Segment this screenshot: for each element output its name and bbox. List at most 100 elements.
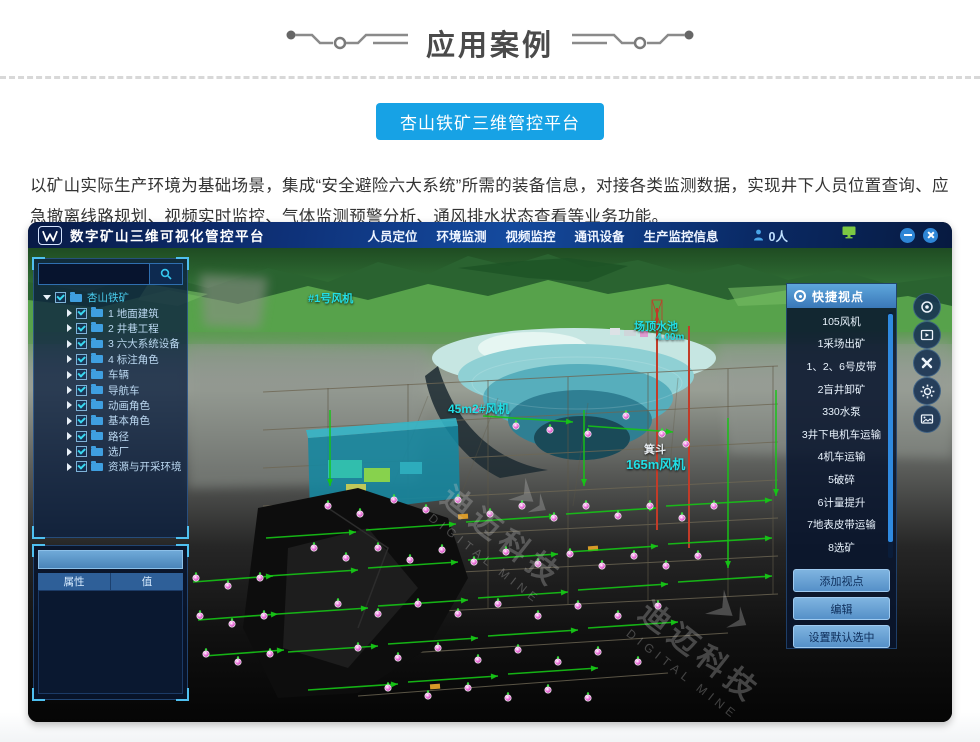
caret-right-icon[interactable] — [67, 417, 72, 425]
scrollbar-thumb[interactable] — [888, 314, 893, 542]
tree-item[interactable]: 2 井巷工程 — [36, 321, 185, 336]
scene-viewport[interactable]: 迪迈科技 DIGITAL MINE 迪迈科技 DIGITAL MINE #1号风… — [28, 248, 952, 722]
tools-button[interactable] — [913, 349, 941, 377]
tree-item[interactable]: 资源与开采环境 — [36, 459, 185, 474]
edit-viewpoint-button[interactable]: 编辑 — [793, 597, 890, 620]
caret-right-icon[interactable] — [67, 432, 72, 440]
viewpoint-item[interactable]: 8选矿 — [787, 536, 896, 559]
scene-label-fan45m: 45m2#风机 — [448, 400, 509, 417]
tree-item-label: 动画角色 — [108, 398, 150, 413]
folder-icon — [91, 448, 103, 456]
viewpoint-item[interactable]: 330水泵 — [787, 400, 896, 423]
menu-person-location[interactable]: 人员定位 — [367, 226, 417, 245]
minimize-button[interactable] — [900, 228, 915, 243]
settings-button[interactable] — [913, 377, 941, 405]
tree-item[interactable]: 选厂 — [36, 444, 185, 459]
viewpoint-item[interactable]: 105风机 — [787, 310, 896, 333]
caret-right-icon[interactable] — [67, 371, 72, 379]
person-count: 0人 — [769, 226, 788, 245]
tree-item[interactable]: 1 地面建筑 — [36, 305, 185, 320]
viewpoint-item[interactable]: 7地表皮带运输 — [787, 513, 896, 536]
tree-item-root[interactable]: 杏山铁矿 — [36, 290, 185, 305]
caret-right-icon[interactable] — [67, 463, 72, 471]
viewpoint-item[interactable]: 3井下电机车运输 — [787, 423, 896, 446]
tree-item[interactable]: 3 六大系统设备 — [36, 336, 185, 351]
folder-icon — [91, 432, 103, 440]
checkbox[interactable] — [76, 369, 87, 380]
tree-item[interactable]: 车辆 — [36, 367, 185, 382]
viewpoints-actions: 添加视点 编辑 设置默认选中 — [787, 564, 896, 648]
tree-item[interactable]: 导航车 — [36, 382, 185, 397]
tree-item-label: 路径 — [108, 429, 129, 444]
caret-right-icon[interactable] — [67, 401, 72, 409]
tree-item[interactable]: 动画角色 — [36, 398, 185, 413]
caret-right-icon[interactable] — [67, 355, 72, 363]
properties-panel: 属性 值 — [33, 545, 188, 700]
caret-down-icon[interactable] — [43, 295, 51, 300]
circuit-ornament-left-icon — [285, 26, 410, 60]
viewpoint-item[interactable]: 6计量提升 — [787, 491, 896, 514]
checkbox[interactable] — [55, 292, 66, 303]
scrollbar[interactable] — [888, 312, 893, 558]
screenshot-button[interactable] — [913, 405, 941, 433]
set-default-button[interactable]: 设置默认选中 — [793, 625, 890, 648]
properties-titlebar — [38, 550, 183, 569]
tree-item-label: 选厂 — [108, 444, 129, 459]
search-input[interactable] — [39, 264, 149, 284]
checkbox[interactable] — [76, 338, 87, 349]
folder-icon — [91, 371, 103, 379]
circuit-ornament-right-icon — [570, 26, 695, 60]
folder-icon — [91, 340, 103, 348]
viewpoints-list: 105风机 1采场出矿 1、2、6号皮带 2盲井卸矿 330水泵 3井下电机车运… — [787, 310, 896, 559]
tree-item[interactable]: 4 标注角色 — [36, 352, 185, 367]
search-button[interactable] — [149, 264, 182, 284]
checkbox[interactable] — [76, 323, 87, 334]
checkbox[interactable] — [76, 400, 87, 411]
caret-right-icon[interactable] — [67, 324, 72, 332]
search-icon — [160, 268, 172, 280]
checkbox[interactable] — [76, 308, 87, 319]
app-title: 数字矿山三维可视化管控平台 — [70, 225, 265, 245]
layer-tree: 杏山铁矿 1 地面建筑 2 井巷工程 3 六大系统设备 4 标注角色 车辆 导航… — [36, 290, 185, 475]
properties-header: 属性 值 — [38, 573, 183, 590]
gear-icon — [920, 384, 935, 399]
menu-environment-monitor[interactable]: 环境监测 — [436, 226, 486, 245]
checkbox[interactable] — [76, 431, 87, 442]
checkbox[interactable] — [76, 385, 87, 396]
folder-icon — [70, 294, 82, 302]
page-title: 应用案例 — [426, 22, 554, 64]
viewpoint-item[interactable]: 1采场出矿 — [787, 333, 896, 356]
caret-right-icon[interactable] — [67, 386, 72, 394]
viewpoint-item[interactable]: 1、2、6号皮带 — [787, 355, 896, 378]
video-icon — [920, 328, 934, 342]
compass-button[interactable] — [913, 293, 941, 321]
scene-label-pond-depth: 4.00m — [656, 332, 684, 343]
menu-video-monitor[interactable]: 视频监控 — [506, 226, 556, 245]
caret-right-icon[interactable] — [67, 448, 72, 456]
checkbox[interactable] — [76, 415, 87, 426]
close-button[interactable] — [923, 228, 938, 243]
tree-item[interactable]: 路径 — [36, 429, 185, 444]
column-property: 属性 — [38, 573, 111, 590]
viewpoint-item[interactable]: 2盲井卸矿 — [787, 378, 896, 401]
viewpoints-panel: 快捷视点 105风机 1采场出矿 1、2、6号皮带 2盲井卸矿 330水泵 3井… — [786, 283, 897, 649]
monitor-icon[interactable] — [842, 226, 856, 244]
checkbox[interactable] — [76, 461, 87, 472]
viewpoints-header: 快捷视点 — [787, 284, 896, 308]
viewpoint-item[interactable]: 5破碎 — [787, 468, 896, 491]
menu-comm-devices[interactable]: 通讯设备 — [575, 226, 625, 245]
caret-right-icon[interactable] — [67, 309, 72, 317]
person-icon — [753, 229, 764, 241]
folder-icon — [91, 386, 103, 394]
viewpoint-item[interactable]: 4机车运输 — [787, 446, 896, 469]
folder-icon — [91, 309, 103, 317]
properties-body — [38, 590, 183, 694]
corner — [176, 526, 189, 539]
tree-item[interactable]: 基本角色 — [36, 413, 185, 428]
caret-right-icon[interactable] — [67, 340, 72, 348]
add-viewpoint-button[interactable]: 添加视点 — [793, 569, 890, 592]
checkbox[interactable] — [76, 354, 87, 365]
checkbox[interactable] — [76, 446, 87, 457]
video-button[interactable] — [913, 321, 941, 349]
menu-production-monitor[interactable]: 生产监控信息 — [644, 226, 719, 245]
